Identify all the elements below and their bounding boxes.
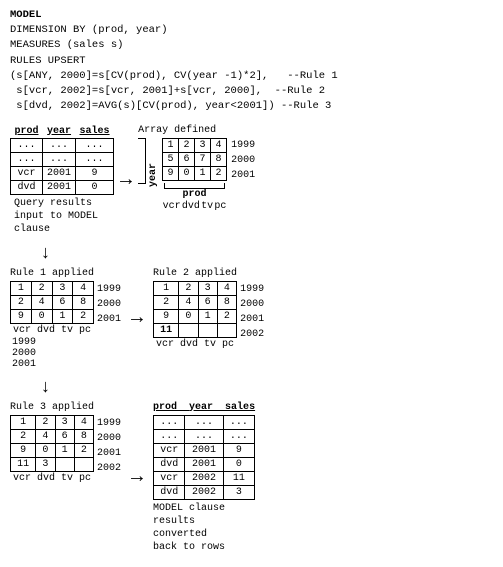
code-line-6: s[vcr, 2002]=s[vcr, 2001]+s[vcr, 2000], … xyxy=(10,84,493,99)
rule3-table: 1234 2468 9012 113 xyxy=(10,415,94,472)
array-title: Array defined xyxy=(138,125,216,136)
arrow-right-3: → xyxy=(131,466,143,489)
table-row: dvd20023 xyxy=(154,485,255,499)
rule2-table-container: Rule 2 applied 1234 2468 9012 11 vcr dvd… xyxy=(153,268,237,350)
page-container: MODEL DIMENSION BY (prod, year) MEASURES… xyxy=(10,8,493,554)
rule1-title: Rule 1 applied xyxy=(10,268,94,279)
query-annot: Query results input to MODEL clause xyxy=(14,197,98,236)
query-table: prod year sales ......... ......... vcr2… xyxy=(10,125,114,195)
table-row: ......... xyxy=(154,429,255,443)
table-row: 9012 xyxy=(11,309,94,323)
rule3-table-container: Rule 3 applied 1234 2468 9012 113 vcr dv… xyxy=(10,402,94,484)
table-row: 1234 xyxy=(154,281,237,295)
table-row: vcr20019 xyxy=(154,443,255,457)
rule1-table-container: Rule 1 applied 1234 2468 9012 vcr dvd tv… xyxy=(10,268,94,370)
table-row: dvd20010 xyxy=(154,457,255,471)
result-table-container: prod year sales ......... ......... vcr2… xyxy=(153,402,255,554)
table-row: 113 xyxy=(11,457,94,471)
code-line-1: MODEL xyxy=(10,8,493,23)
table-row: 2468 xyxy=(11,295,94,309)
rule2-title: Rule 2 applied xyxy=(153,268,237,279)
table-row: ......... xyxy=(11,138,114,152)
query-table-container: prod year sales ......... ......... vcr2… xyxy=(10,125,114,236)
result-annot: MODEL clause results converted back to r… xyxy=(153,502,255,554)
query-header-year: year xyxy=(43,125,76,139)
table-row: 9012 xyxy=(163,166,227,180)
table-row: ......... xyxy=(11,152,114,166)
code-line-7: s[dvd, 2002]=AVG(s)[CV(prod), year<2001]… xyxy=(10,99,493,114)
year-label: year xyxy=(148,163,159,187)
query-header-sales: sales xyxy=(76,125,114,139)
arrow-right-1: → xyxy=(120,169,132,192)
table-row: 2468 xyxy=(11,429,94,443)
table-row: 5678 xyxy=(163,152,227,166)
table-row: 9012 xyxy=(11,443,94,457)
table-row: vcr20019 xyxy=(11,166,114,180)
table-row: 1234 xyxy=(163,138,227,152)
table-row: dvd20010 xyxy=(11,180,114,194)
code-block: MODEL DIMENSION BY (prod, year) MEASURES… xyxy=(10,8,493,115)
table-row: vcr200211 xyxy=(154,471,255,485)
table-row: 1234 xyxy=(11,281,94,295)
result-title: prod year sales xyxy=(153,402,255,413)
table-row: ......... xyxy=(154,415,255,429)
code-line-2: DIMENSION BY (prod, year) xyxy=(10,23,493,38)
rule3-title: Rule 3 applied xyxy=(10,402,94,413)
rule2-table: 1234 2468 9012 11 xyxy=(153,281,237,338)
query-header-prod: prod xyxy=(11,125,43,139)
table-row: 2468 xyxy=(154,295,237,309)
code-line-4: RULES UPSERT xyxy=(10,54,493,69)
result-table: ......... ......... vcr20019 dvd20010 vc… xyxy=(153,415,255,500)
rule1-table: 1234 2468 9012 xyxy=(10,281,94,324)
array-table: 1234 5678 9012 xyxy=(162,138,227,181)
table-row: 9012 xyxy=(154,309,237,323)
array-table-container: Array defined year 1234 5678 9012 xyxy=(138,125,255,212)
arrow-down-1: ↓ xyxy=(40,244,51,264)
arrow-right-2: → xyxy=(131,307,143,330)
code-line-3: MEASURES (sales s) xyxy=(10,38,493,53)
arrow-down-2: ↓ xyxy=(40,378,51,398)
code-line-5: (s[ANY, 2000]=s[CV(prod), CV(year -1)*2]… xyxy=(10,69,493,84)
table-row: 1234 xyxy=(11,415,94,429)
table-row: 11 xyxy=(154,323,237,337)
prod-label: prod xyxy=(162,189,227,200)
